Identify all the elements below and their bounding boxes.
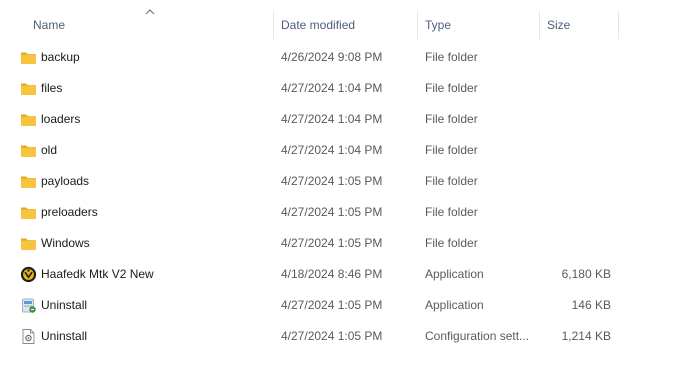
file-date-modified: 4/27/2024 1:05 PM [281, 236, 383, 250]
folder-icon [20, 80, 37, 97]
file-row[interactable]: Haafedk Mtk V2 New 4/18/2024 8:46 PM Appli… [18, 259, 694, 290]
folder-icon [20, 142, 37, 159]
file-name: files [41, 81, 63, 95]
folder-icon [20, 173, 37, 190]
file-name: Uninstall [41, 298, 88, 312]
file-date-modified: 4/27/2024 1:05 PM [281, 174, 383, 188]
file-name: backup [41, 50, 80, 64]
file-name: Haafedk Mtk V2 New [41, 267, 154, 281]
file-row[interactable]: files 4/27/2024 1:04 PM File folder [18, 73, 694, 104]
file-type: File folder [425, 50, 478, 64]
file-date-modified: 4/27/2024 1:05 PM [281, 205, 383, 219]
file-row[interactable]: preloaders 4/27/2024 1:05 PM File folder [18, 197, 694, 228]
file-row[interactable]: Uninstall 4/27/2024 1:05 PM Application 146… [18, 290, 694, 321]
file-type: File folder [425, 236, 478, 250]
file-date-modified: 4/27/2024 1:04 PM [281, 112, 383, 126]
file-row[interactable]: backup 4/26/2024 9:08 PM File folder [18, 42, 694, 73]
file-type: File folder [425, 205, 478, 219]
file-name: loaders [41, 112, 81, 126]
file-date-modified: 4/27/2024 1:05 PM [281, 298, 383, 312]
file-size [538, 135, 611, 166]
file-size [538, 73, 611, 104]
file-date-modified: 4/27/2024 1:05 PM [281, 329, 383, 343]
config-file-icon [20, 328, 37, 345]
folder-icon [20, 235, 37, 252]
column-header-name[interactable]: Name [26, 11, 274, 39]
file-row[interactable]: old 4/27/2024 1:04 PM File folder [18, 135, 694, 166]
file-name: preloaders [41, 205, 98, 219]
folder-icon [20, 49, 37, 66]
file-row[interactable]: loaders 4/27/2024 1:04 PM File folder [18, 104, 694, 135]
file-size [538, 228, 611, 259]
column-header-type[interactable]: Type [418, 11, 540, 39]
file-date-modified: 4/26/2024 9:08 PM [281, 50, 383, 64]
file-name: old [41, 143, 58, 157]
app-logo-icon [20, 266, 37, 283]
file-date-modified: 4/27/2024 1:04 PM [281, 143, 383, 157]
file-name: Uninstall [41, 329, 88, 343]
file-type: File folder [425, 143, 478, 157]
file-name: payloads [41, 174, 90, 188]
file-type: File folder [425, 81, 478, 95]
file-type: File folder [425, 112, 478, 126]
file-type: File folder [425, 174, 478, 188]
file-size [538, 197, 611, 228]
column-header-size[interactable]: Size [540, 11, 619, 39]
file-size [538, 166, 611, 197]
column-header-date-modified[interactable]: Date modified [274, 11, 418, 39]
file-size [538, 42, 611, 73]
file-list-view: Name Date modified Type Size backup 4/26/… [0, 0, 694, 380]
file-size: 146 KB [571, 298, 611, 312]
file-type: Application [425, 298, 484, 312]
folder-icon [20, 111, 37, 128]
column-header-row: Name Date modified Type Size [0, 0, 694, 40]
file-size [538, 104, 611, 135]
file-type: Configuration sett... [425, 329, 530, 343]
file-size: 1,214 KB [561, 329, 611, 343]
file-name: Windows [41, 236, 90, 250]
uninstaller-icon [20, 297, 37, 314]
file-row[interactable]: Windows 4/27/2024 1:05 PM File folder [18, 228, 694, 259]
file-row[interactable]: payloads 4/27/2024 1:05 PM File folder [18, 166, 694, 197]
file-size: 6,180 KB [561, 267, 611, 281]
file-date-modified: 4/18/2024 8:46 PM [281, 267, 383, 281]
file-row[interactable]: Uninstall 4/27/2024 1:05 PM Configuration … [18, 321, 694, 352]
file-date-modified: 4/27/2024 1:04 PM [281, 81, 383, 95]
folder-icon [20, 204, 37, 221]
file-type: Application [425, 267, 484, 281]
